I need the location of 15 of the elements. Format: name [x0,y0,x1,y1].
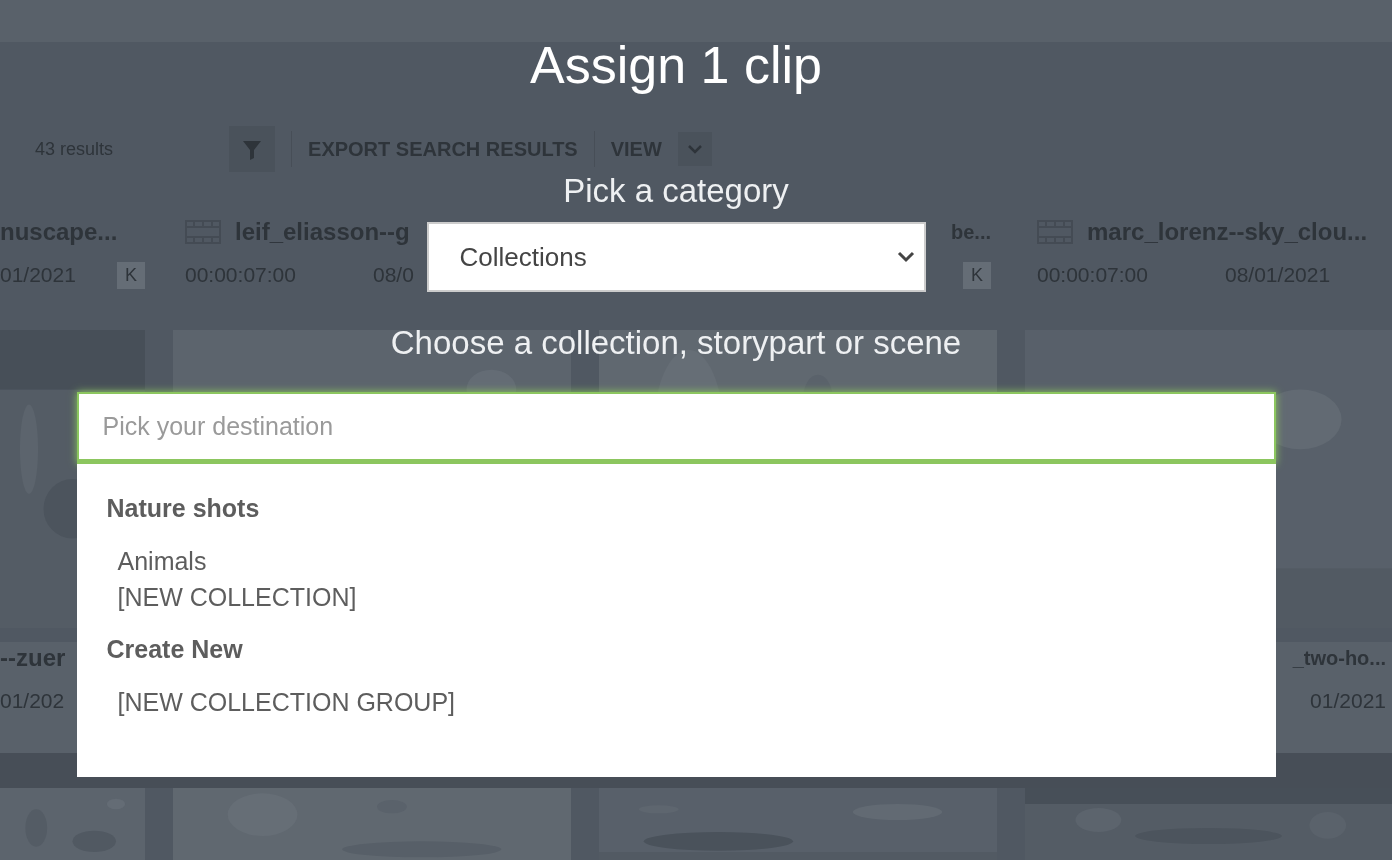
category-select[interactable]: Collections [426,222,926,292]
caret-icon[interactable] [677,132,712,166]
destination-label: Choose a collection, storypart or scene [390,324,962,362]
keyframe-badge: K [117,261,145,289]
keyframe-badge: K [963,261,991,289]
dialog-title: Assign 1 clip [530,35,822,96]
dropdown-option[interactable]: Animals [106,543,1246,579]
destination-field[interactable]: Pick your destination [76,392,1276,464]
dropdown-option[interactable]: [NEW COLLECTION] [106,579,1246,615]
group-heading: Nature shots [106,494,261,523]
dropdown-option[interactable]: [NEW COLLECTION GROUP] [106,684,1246,720]
chevron-down-icon [895,250,916,264]
filter-icon[interactable] [229,126,276,172]
group-heading: Create New [106,635,244,664]
category-label: Pick a category [563,172,789,210]
